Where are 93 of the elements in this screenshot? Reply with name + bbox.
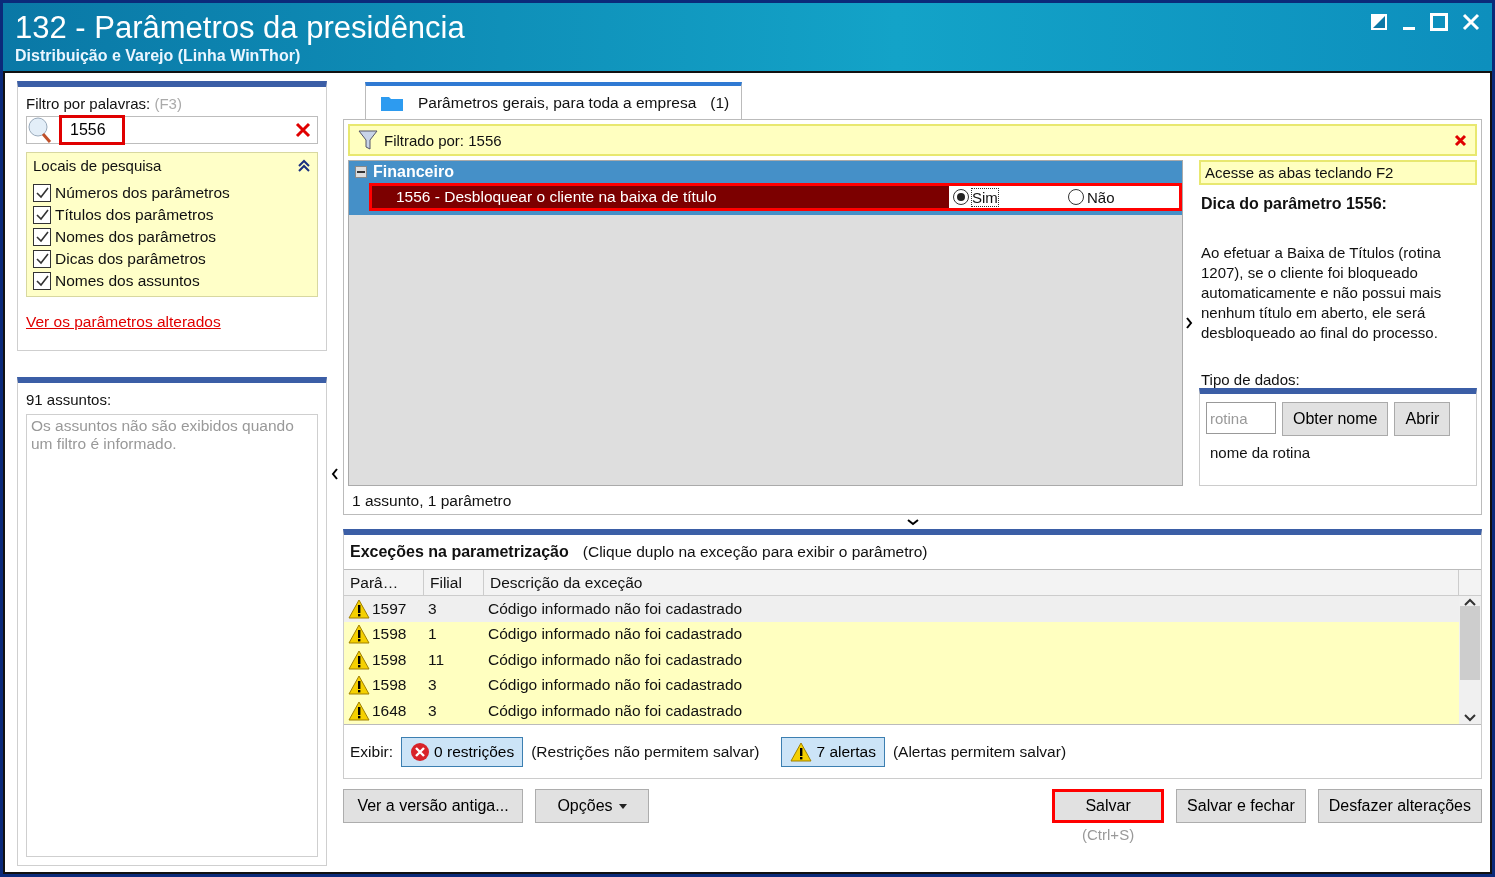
filter-status: Filtrado por: 1556	[384, 131, 502, 149]
data-type-label: Tipo de dados:	[1201, 371, 1301, 388]
warning-icon	[348, 598, 370, 619]
scrollbar[interactable]	[1459, 596, 1481, 724]
checkmark-icon	[35, 274, 49, 288]
routine-field[interactable]: rotina	[1206, 402, 1276, 434]
old-version-button[interactable]: Ver a versão antiga...	[343, 789, 523, 823]
checkmark-icon	[35, 208, 49, 222]
collapse-down-icon[interactable]	[906, 518, 919, 526]
section-title: Locais de pesquisa	[33, 157, 162, 174]
collapse-icon[interactable]	[355, 166, 367, 178]
table-cell-text: Código informado não foi cadastrado	[487, 625, 744, 644]
warning-icon	[348, 649, 370, 670]
expand-right-icon[interactable]	[1185, 317, 1193, 329]
exception-row[interactable]: 1597 3 Código informado não foi cadastrado	[344, 596, 1459, 622]
warning-icon	[790, 741, 813, 762]
exceptions-hint: (Clique duplo na exceção para exibir o parâmetro)	[582, 543, 928, 561]
checkbox-label: Nomes dos parâmetros	[55, 228, 217, 246]
table-cell-text: 3	[427, 701, 438, 720]
error-icon	[410, 741, 431, 762]
action-button[interactable]: Salvar e fechar	[1176, 789, 1306, 823]
table-cell-text: Código informado não foi cadastrado	[487, 650, 744, 669]
routine-name: nome da rotina	[1209, 444, 1312, 461]
collapse-left-icon[interactable]	[331, 467, 339, 480]
table-cell-text: 3	[427, 599, 438, 618]
filter-label: Filtro por palavras: (F3)	[26, 95, 183, 112]
scroll-down-icon[interactable]	[1464, 713, 1476, 722]
show-label: Exibir:	[350, 742, 394, 761]
tab[interactable]: Parâmetros gerais, para toda a empresa (1)	[365, 82, 743, 120]
table-cell: 1598	[344, 624, 424, 645]
action-button[interactable]: Desfazer alterações	[1317, 789, 1482, 823]
checkbox[interactable]	[33, 228, 51, 246]
collapse-icon[interactable]	[297, 158, 311, 173]
warning-icon	[348, 675, 370, 696]
funnel-icon	[358, 129, 378, 151]
checkbox[interactable]	[33, 184, 51, 202]
checkmark-icon	[35, 186, 49, 200]
parameter-row[interactable]: 1556 - Desbloquear o cliente na baixa de título Sim Não	[369, 183, 1182, 211]
exception-row[interactable]: 1648 3 Código informado não foi cadastrado	[344, 698, 1459, 724]
search-icon	[27, 116, 53, 144]
clear-filter-icon[interactable]	[1454, 133, 1467, 147]
scroll-up-icon[interactable]	[1464, 598, 1476, 606]
filter-toggle[interactable]: 0 restrições	[401, 736, 524, 767]
table-cell: 1597	[344, 598, 424, 619]
window-title: 132 - Parâmetros da presidência	[15, 9, 465, 47]
warning-icon	[348, 700, 370, 721]
search-field[interactable]: 1556	[59, 115, 125, 145]
caret-icon	[618, 803, 627, 809]
subjects-count: 91 assuntos:	[26, 391, 113, 408]
changed-parameters-link[interactable]: Ver os parâmetros alterados	[26, 313, 221, 331]
table-cell-text: Código informado não foi cadastrado	[487, 676, 744, 695]
table-cell: 1598	[344, 675, 424, 696]
maximize-icon[interactable]	[1430, 13, 1448, 31]
radio-option[interactable]: Sim	[949, 188, 1064, 206]
routine-button[interactable]: Obter nome	[1282, 402, 1389, 436]
checkbox-label: Dicas dos parâmetros	[55, 250, 206, 268]
exception-row[interactable]: 1598 1 Código informado não foi cadastrado	[344, 621, 1459, 647]
window-subtitle: Distribuição e Varejo (Linha WinThor)	[15, 47, 302, 65]
checkbox[interactable]	[33, 250, 51, 268]
table-cell-text: 3	[427, 676, 438, 695]
routine-button[interactable]: Abrir	[1394, 402, 1451, 436]
table-cell-text: 1	[427, 625, 438, 644]
table-cell: 1648	[344, 700, 424, 721]
exception-row[interactable]: 1598 11 Código informado não foi cadastrado	[344, 647, 1459, 673]
checkbox[interactable]	[33, 206, 51, 224]
checkmark-icon	[35, 230, 49, 244]
checkbox-label: Nomes dos assuntos	[55, 272, 200, 290]
radio-option[interactable]: Não	[1064, 188, 1179, 206]
close-icon[interactable]	[1462, 13, 1480, 31]
action-button[interactable]: Salvar	[1052, 789, 1165, 823]
shortcut-hint: (Ctrl+S)	[1082, 826, 1135, 843]
exception-row[interactable]: 1598 3 Código informado não foi cadastrado	[344, 672, 1459, 698]
filter-note: (Restrições não permitem salvar)	[531, 742, 760, 761]
subjects-message: Os assuntos não são exibidos quando um filtro é informado.	[26, 414, 318, 857]
options-dropdown[interactable]: Opções	[535, 789, 649, 823]
summary-text: 1 assunto, 1 parâmetro	[351, 491, 513, 511]
restore-icon[interactable]	[1370, 13, 1388, 31]
tip-text: Ao efetuar a Baixa de Títulos (rotina 1207), se o cliente foi bloqueado automaticamente e não possui mais nenhum título em aberto, ele será desbloqueado ao final do processo.	[1201, 243, 1443, 343]
warning-icon	[348, 624, 370, 645]
table-cell: 1598	[344, 649, 424, 670]
clear-icon[interactable]	[295, 122, 311, 138]
checkbox[interactable]	[33, 272, 51, 290]
table-cell-text: Código informado não foi cadastrado	[487, 701, 744, 720]
tip-hint: Acesse as abas teclando F2	[1199, 160, 1477, 185]
table-cell-text: Código informado não foi cadastrado	[487, 599, 744, 618]
filter-toggle[interactable]: 7 alertas	[781, 736, 885, 767]
table-cell-text: 11	[427, 650, 446, 669]
checkbox-label: Títulos dos parâmetros	[55, 206, 214, 224]
checkbox-label: Números dos parâmetros	[55, 184, 230, 202]
exceptions-title: Exceções na parametrização	[350, 543, 569, 561]
checkmark-icon	[35, 252, 49, 266]
tip-title: Dica do parâmetro 1556:	[1201, 195, 1388, 213]
filter-note: (Alertas permitem salvar)	[892, 742, 1067, 761]
